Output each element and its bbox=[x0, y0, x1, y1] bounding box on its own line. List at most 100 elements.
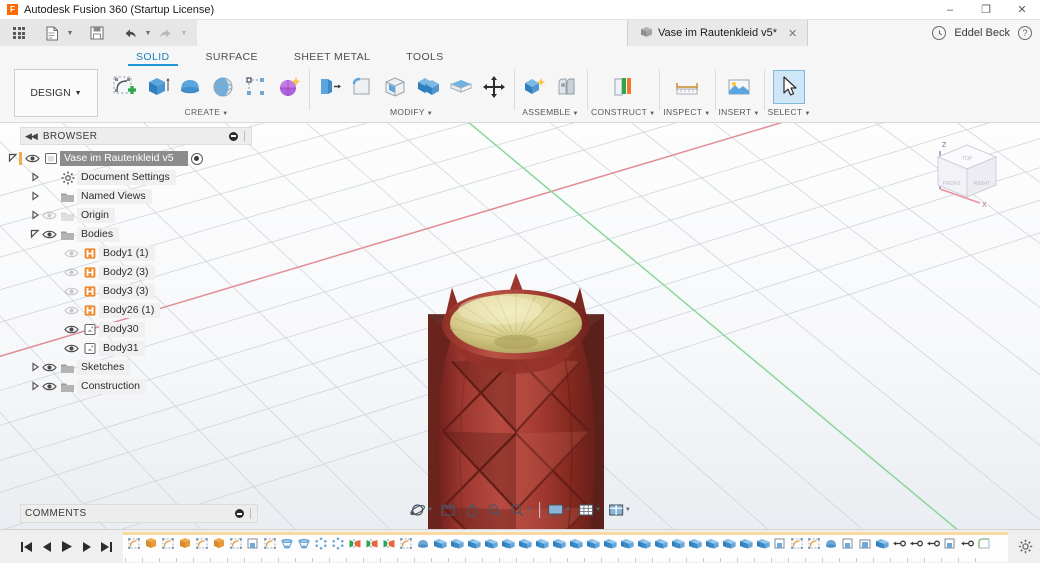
view-cube[interactable]: Z X TOP FRONT RIGHT bbox=[922, 133, 1012, 213]
timeline-feature-move[interactable] bbox=[958, 535, 975, 562]
timeline-feature-combine[interactable] bbox=[567, 535, 584, 562]
orbit-caret-icon[interactable]: ▼ bbox=[427, 507, 433, 513]
display-settings-icon[interactable]: ▼ bbox=[544, 498, 574, 522]
fillet-icon[interactable] bbox=[346, 70, 378, 104]
timeline-feature-combine[interactable] bbox=[703, 535, 720, 562]
timeline-feature-extrude[interactable] bbox=[142, 535, 159, 562]
undo-caret-icon[interactable]: ▼ bbox=[143, 23, 153, 43]
new-file-icon[interactable] bbox=[41, 23, 63, 43]
timeline-feature-combine[interactable] bbox=[737, 535, 754, 562]
timeline-feature-press-pull[interactable] bbox=[244, 535, 261, 562]
timeline-feature-circular-pattern[interactable] bbox=[329, 535, 346, 562]
zoom-icon[interactable]: ▼ bbox=[506, 498, 535, 522]
timeline-feature-sketch[interactable] bbox=[125, 535, 142, 562]
pan-icon[interactable] bbox=[460, 498, 482, 522]
timeline-feature-press-pull[interactable] bbox=[941, 535, 958, 562]
browser-options-icon[interactable] bbox=[229, 131, 238, 141]
zoom-window-icon[interactable] bbox=[483, 498, 505, 522]
minimize-button[interactable]: – bbox=[932, 0, 968, 20]
timeline-feature-mirror[interactable] bbox=[346, 535, 363, 562]
joint-icon[interactable] bbox=[551, 70, 583, 104]
timeline-feature-move[interactable] bbox=[924, 535, 941, 562]
timeline-feature-combine[interactable] bbox=[652, 535, 669, 562]
play-icon[interactable] bbox=[58, 536, 75, 558]
grid-snaps-caret-icon[interactable]: ▼ bbox=[595, 507, 601, 513]
visibility-eye-icon[interactable] bbox=[63, 343, 80, 354]
save-icon[interactable] bbox=[86, 23, 108, 43]
form-icon[interactable] bbox=[273, 70, 305, 104]
panel-construct-title[interactable]: CONSTRUCT ▼ bbox=[591, 107, 655, 117]
combine-icon[interactable] bbox=[412, 70, 444, 104]
go-to-end-icon[interactable] bbox=[98, 536, 115, 558]
timeline-feature-sketch[interactable] bbox=[227, 535, 244, 562]
tree-item[interactable]: Body26 (1) bbox=[0, 301, 258, 320]
tab-surface[interactable]: SURFACE bbox=[188, 51, 276, 66]
timeline-feature-combine[interactable] bbox=[601, 535, 618, 562]
panel-insert-title[interactable]: INSERT ▼ bbox=[719, 107, 760, 117]
redo-icon[interactable] bbox=[155, 23, 177, 43]
timeline-settings-icon[interactable] bbox=[1010, 539, 1040, 554]
maximize-button[interactable]: ❐ bbox=[968, 0, 1004, 20]
visibility-eye-icon[interactable] bbox=[41, 362, 58, 373]
timeline-feature-combine[interactable] bbox=[482, 535, 499, 562]
timeline-feature-combine[interactable] bbox=[618, 535, 635, 562]
timeline-feature-circular-pattern[interactable] bbox=[312, 535, 329, 562]
new-component-icon[interactable] bbox=[518, 70, 550, 104]
new-file-caret-icon[interactable]: ▼ bbox=[65, 23, 75, 43]
tree-item[interactable]: Body3 (3) bbox=[0, 282, 258, 301]
visibility-eye-icon[interactable] bbox=[41, 210, 58, 221]
activate-component-radio[interactable] bbox=[190, 152, 203, 165]
timeline-feature-sketch[interactable] bbox=[805, 535, 822, 562]
panel-modify-title[interactable]: MODIFY ▼ bbox=[390, 107, 433, 117]
timeline-feature-sketch[interactable] bbox=[159, 535, 176, 562]
timeline-feature-extrude[interactable] bbox=[210, 535, 227, 562]
timeline-feature-combine[interactable] bbox=[669, 535, 686, 562]
tree-expander-icon[interactable] bbox=[28, 171, 41, 184]
tab-sheet-metal[interactable]: SHEET METAL bbox=[276, 51, 388, 66]
tree-item[interactable]: Bodies bbox=[0, 225, 258, 244]
display-settings-caret-icon[interactable]: ▼ bbox=[565, 507, 571, 513]
panel-assemble-title[interactable]: ASSEMBLE ▼ bbox=[522, 107, 578, 117]
account-name[interactable]: Eddel Beck bbox=[954, 27, 1010, 39]
tree-item[interactable]: Body1 (1) bbox=[0, 244, 258, 263]
timeline-feature-combine[interactable] bbox=[754, 535, 771, 562]
visibility-eye-icon[interactable] bbox=[63, 286, 80, 297]
offset-plane-icon[interactable] bbox=[607, 70, 639, 104]
tree-item[interactable]: Origin bbox=[0, 206, 258, 225]
create-sketch-icon[interactable] bbox=[108, 70, 140, 104]
tree-item[interactable]: Named Views bbox=[0, 187, 258, 206]
redo-caret-icon[interactable]: ▼ bbox=[179, 23, 189, 43]
tree-root-item[interactable]: Vase im Rautenkleid v5 bbox=[0, 149, 258, 168]
extrude-icon[interactable] bbox=[141, 70, 173, 104]
go-to-beginning-icon[interactable] bbox=[18, 536, 35, 558]
timeline-feature-loft[interactable] bbox=[278, 535, 295, 562]
fit-icon[interactable] bbox=[437, 498, 459, 522]
visibility-eye-icon[interactable] bbox=[24, 153, 41, 164]
timeline-feature-press-pull[interactable] bbox=[839, 535, 856, 562]
timeline-feature-combine[interactable] bbox=[635, 535, 652, 562]
timeline-feature-combine[interactable] bbox=[720, 535, 737, 562]
timeline-feature-loft[interactable] bbox=[295, 535, 312, 562]
timeline-feature-sketch[interactable] bbox=[788, 535, 805, 562]
viewports-icon[interactable]: ▼ bbox=[605, 498, 634, 522]
timeline-feature-combine[interactable] bbox=[516, 535, 533, 562]
visibility-eye-icon[interactable] bbox=[63, 267, 80, 278]
tree-item[interactable]: Body2 (3) bbox=[0, 263, 258, 282]
panel-inspect-title[interactable]: INSPECT ▼ bbox=[663, 107, 710, 117]
panel-create-title[interactable]: CREATE ▼ bbox=[185, 107, 229, 117]
select-cursor-icon[interactable] bbox=[773, 70, 806, 104]
visibility-eye-icon[interactable] bbox=[63, 248, 80, 259]
visibility-eye-icon[interactable] bbox=[63, 324, 80, 335]
tree-expander-icon[interactable] bbox=[28, 229, 41, 241]
clock-icon[interactable] bbox=[932, 26, 947, 40]
visibility-eye-icon[interactable] bbox=[41, 381, 58, 392]
timeline-feature-sketch[interactable] bbox=[261, 535, 278, 562]
pattern-icon[interactable] bbox=[240, 70, 272, 104]
viewports-caret-icon[interactable]: ▼ bbox=[625, 507, 631, 513]
tree-item[interactable]: Body31 bbox=[0, 339, 258, 358]
insert-mcmaster-icon[interactable] bbox=[723, 70, 755, 104]
zoom-caret-icon[interactable]: ▼ bbox=[526, 507, 532, 513]
visibility-eye-icon[interactable] bbox=[41, 229, 58, 240]
tab-tools[interactable]: TOOLS bbox=[388, 51, 461, 66]
timeline-feature-extrude[interactable] bbox=[176, 535, 193, 562]
